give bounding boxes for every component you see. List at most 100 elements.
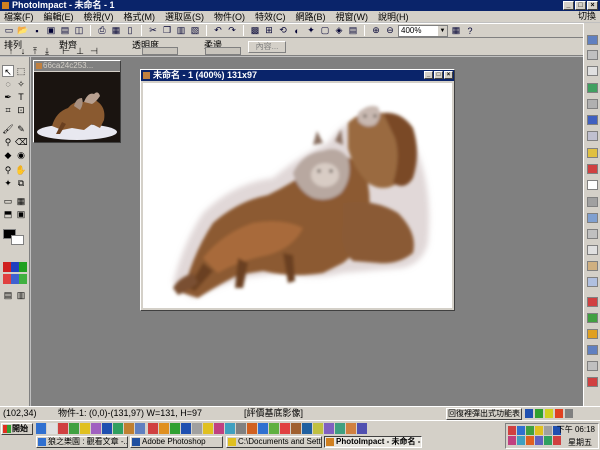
app-icon-18[interactable]	[280, 423, 290, 434]
status-gray-icon[interactable]	[565, 409, 573, 418]
tray-icon-5[interactable]	[508, 436, 516, 445]
document-icon[interactable]: ▯	[124, 25, 136, 37]
app-icon-3[interactable]	[113, 423, 123, 434]
app-icon-19[interactable]	[291, 423, 301, 434]
app-icon-24[interactable]	[346, 423, 356, 434]
eraser-icon[interactable]: ⌫	[15, 136, 28, 148]
image-window-titlebar[interactable]: 未命名 - 1 (400%) 131x97 _ □ ×	[141, 70, 454, 81]
color-palette-row-1[interactable]	[3, 262, 27, 272]
menu-web[interactable]: 網路(B)	[296, 10, 326, 23]
clone-tool-icon[interactable]: ⧉	[15, 177, 27, 189]
outline-tool-icon[interactable]: ▣	[15, 208, 27, 220]
maximize-button[interactable]: □	[434, 71, 443, 79]
start-button[interactable]: 開始	[1, 423, 33, 435]
info-panel-icon[interactable]	[587, 277, 598, 287]
clock[interactable]: 下午 06:18	[557, 425, 595, 435]
zoom-out-icon[interactable]: ⊖	[384, 25, 396, 37]
copy-icon[interactable]: ❐	[161, 25, 173, 37]
text-tool-icon[interactable]: T	[15, 91, 27, 103]
ie-icon[interactable]	[36, 423, 46, 434]
effect-icon[interactable]: ✦	[305, 25, 317, 37]
stamp-tool-icon[interactable]: ◉	[15, 149, 27, 161]
align-right-icon[interactable]: ⊣	[88, 45, 100, 57]
minimize-button[interactable]: _	[563, 1, 574, 10]
volume-icon[interactable]	[544, 426, 552, 435]
app-icon-25[interactable]	[357, 423, 367, 434]
effect-panel-icon[interactable]	[587, 148, 598, 158]
send-back-icon[interactable]: ⤓	[41, 45, 53, 57]
image-canvas[interactable]	[143, 83, 452, 308]
task-photoimpact[interactable]: PhotoImpact - 未命名 - 1	[324, 436, 422, 448]
navigator-icon[interactable]	[587, 213, 598, 223]
paste-object-icon[interactable]: ▧	[189, 25, 201, 37]
popup-menu-button[interactable]: 回復裡彈出式功能表	[446, 408, 522, 420]
app-icon-12[interactable]	[214, 423, 224, 434]
status-green-icon[interactable]	[535, 409, 543, 418]
panel-close-icon[interactable]	[587, 377, 598, 387]
zoom-select[interactable]: 400% ▼	[398, 24, 448, 37]
gallery-icon[interactable]	[587, 83, 598, 93]
app-icon-9[interactable]	[181, 423, 191, 434]
easy-palette-icon[interactable]	[587, 35, 598, 45]
menu-help[interactable]: 說明(H)	[378, 10, 409, 23]
crop-tool-icon[interactable]: ⌗	[2, 104, 14, 116]
color-icon[interactable]: ◐	[291, 25, 303, 37]
preset-icon[interactable]	[587, 197, 598, 207]
zoom-in-icon[interactable]: ⊕	[370, 25, 382, 37]
app-icon-20[interactable]	[302, 423, 312, 434]
shape-tool-icon[interactable]: ▭	[2, 195, 14, 207]
app-icon-6[interactable]	[148, 423, 158, 434]
thumbnail-window-titlebar[interactable]: 66ca24c253...	[34, 61, 120, 71]
bezier-tool-icon[interactable]: ✒	[2, 91, 14, 103]
frame-icon[interactable]: ▢	[319, 25, 331, 37]
text-panel-icon[interactable]	[587, 180, 598, 190]
paste-icon[interactable]: ▥	[175, 25, 187, 37]
menu-object[interactable]: 物件(O)	[214, 10, 245, 23]
line-tool-icon[interactable]: ▦	[15, 195, 27, 207]
scan-icon[interactable]: ▤	[59, 25, 71, 37]
app-icon-15[interactable]	[247, 423, 257, 434]
undo-icon[interactable]: ↶	[212, 25, 224, 37]
app-icon-14[interactable]	[236, 423, 246, 434]
tray-icon-3[interactable]	[526, 426, 534, 435]
menu-view[interactable]: 檢視(V)	[84, 10, 114, 23]
status-yellow-icon[interactable]	[545, 409, 553, 418]
app-icon-7[interactable]	[159, 423, 169, 434]
menu-window[interactable]: 視窗(W)	[336, 10, 369, 23]
menu-file[interactable]: 檔案(F)	[4, 10, 34, 23]
view-icon[interactable]: ▤	[347, 25, 359, 37]
image-window[interactable]: 未命名 - 1 (400%) 131x97 _ □ ×	[140, 69, 455, 311]
maximize-button[interactable]: □	[575, 1, 586, 10]
color-palette-row-2[interactable]	[3, 274, 27, 284]
app-icon-10[interactable]	[192, 423, 202, 434]
transform-tool-icon[interactable]: ⊡	[15, 104, 27, 116]
app-icon-23[interactable]	[335, 423, 345, 434]
material-icon[interactable]	[587, 99, 598, 109]
chevron-down-icon[interactable]: ▼	[438, 25, 447, 36]
close-button[interactable]: ×	[587, 1, 598, 10]
tray-icon-9[interactable]	[544, 436, 552, 445]
properties-button[interactable]: 內容...	[248, 41, 286, 53]
tray-icon-4[interactable]	[535, 426, 543, 435]
thumbnail-image[interactable]	[34, 72, 120, 142]
app-icon-4[interactable]	[124, 423, 134, 434]
magic-wand-icon[interactable]: ✧	[15, 78, 27, 90]
tray-icon-1[interactable]	[508, 426, 516, 435]
soft-edge-field[interactable]	[205, 47, 241, 55]
app-icon-21[interactable]	[313, 423, 323, 434]
app-icon-2[interactable]	[91, 423, 101, 434]
align-left-icon[interactable]: ⊢	[60, 45, 72, 57]
align-center-icon[interactable]: ⊥	[74, 45, 86, 57]
outlook-icon[interactable]	[47, 423, 57, 434]
app-icon-11[interactable]	[203, 423, 213, 434]
lasso-tool-icon[interactable]: ◌	[2, 78, 14, 90]
thumbnail-window[interactable]: 66ca24c253...	[33, 60, 121, 143]
context-help-icon[interactable]: ?	[464, 25, 476, 37]
menu-format[interactable]: 格式(M)	[124, 10, 156, 23]
app-icon-8[interactable]	[170, 423, 180, 434]
open-file-icon[interactable]: 📂	[17, 25, 29, 37]
status-red-icon[interactable]	[555, 409, 563, 418]
panel-options-icon[interactable]	[587, 361, 598, 371]
rotate-icon[interactable]: ⟲	[277, 25, 289, 37]
status-blue-icon[interactable]	[525, 409, 533, 418]
